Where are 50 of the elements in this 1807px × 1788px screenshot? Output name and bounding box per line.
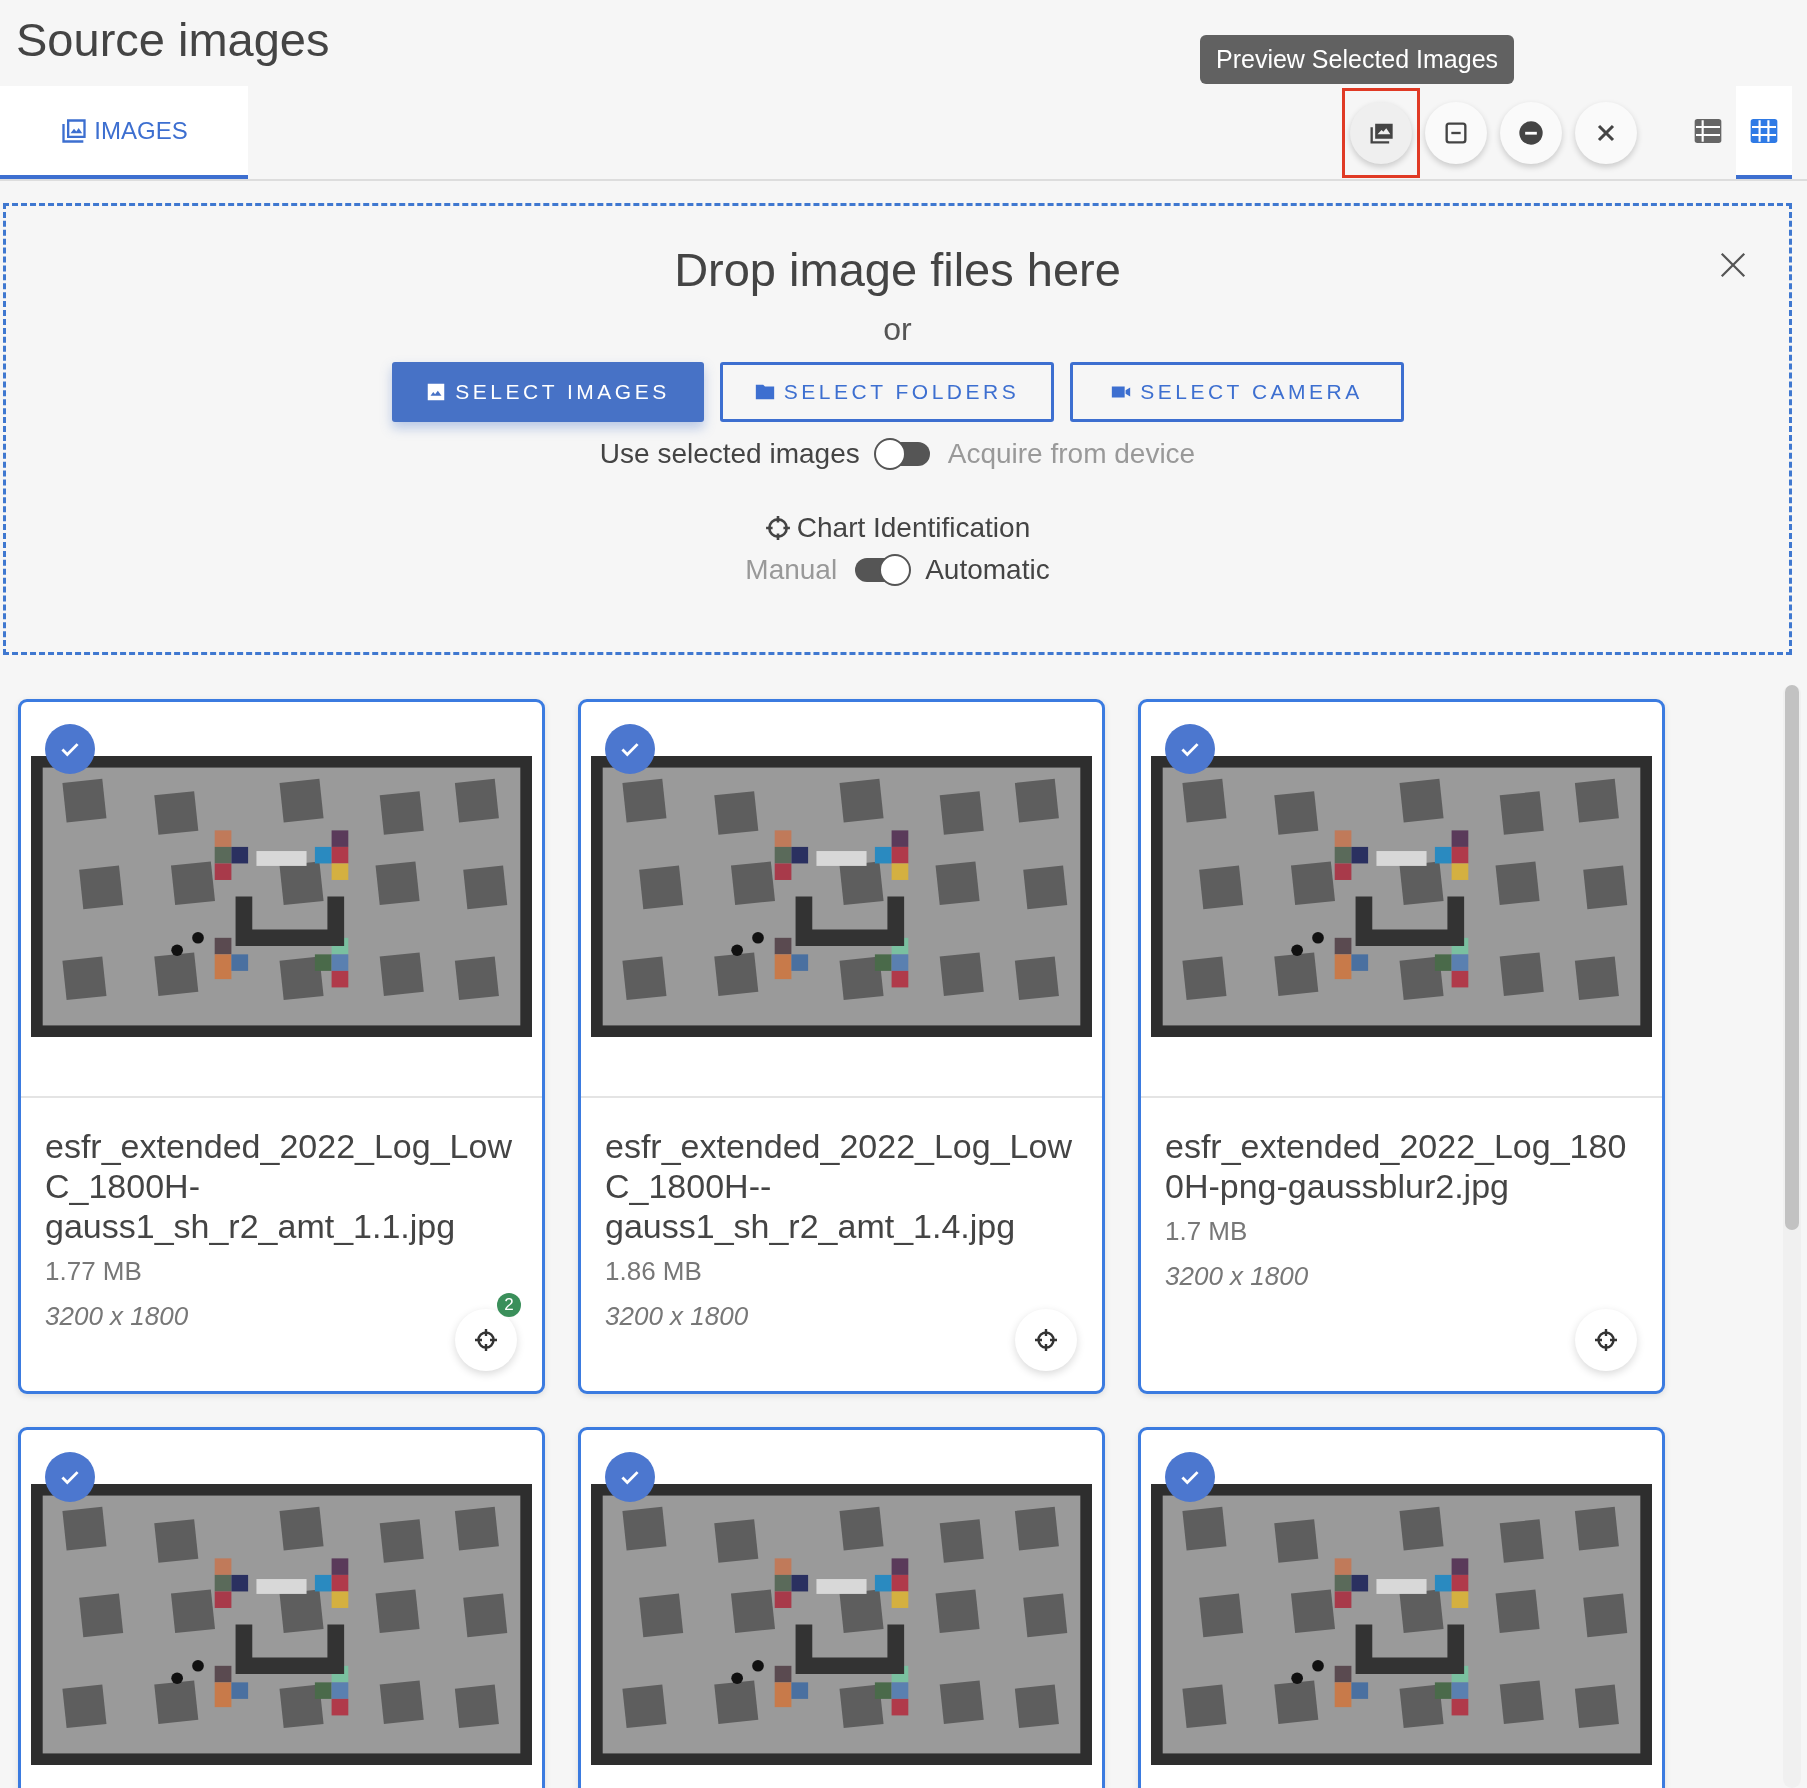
photo-stack-icon (60, 116, 89, 145)
scrollbar-thumb[interactable] (1785, 685, 1799, 1230)
page-title: Source images (15, 12, 330, 68)
images-tab[interactable]: IMAGES (0, 86, 248, 179)
scrollbar[interactable] (1783, 685, 1801, 1788)
switch-label: Manual (745, 554, 838, 586)
file-name: esfr_extended_2022_Log_LowC_1800H--gauss1_sh_r2_amt_1.4.jpg (605, 1126, 1073, 1246)
grid-view-button[interactable] (1736, 86, 1792, 179)
count-badge: 2 (497, 1293, 521, 1317)
file-name: esfr_extended_2022_Log_LowC_1800H-gauss1_sh_r2_amt_1.1.jpg (45, 1126, 513, 1246)
chart-identify-button[interactable] (1575, 1309, 1637, 1371)
check-icon[interactable] (605, 724, 655, 774)
image-card[interactable]: esfr_extended_2022_Log_LowC_1800H--gauss1_sh_r2_amt_1.4.jpg 1.86 MB 3200 x 1800 (578, 699, 1105, 1394)
crosshair-icon (474, 1328, 498, 1352)
image-card[interactable]: esfr_extended_2022_Log_1800H-png-gaussblur2.jpg 1.7 MB 3200 x 1800 (1138, 699, 1665, 1394)
file-name: esfr_extended_2022_Log_1800H-png-gaussblur2.jpg (1165, 1126, 1628, 1206)
check-icon[interactable] (45, 724, 95, 774)
check-icon[interactable] (1165, 724, 1215, 774)
file-size: 1.7 MB (1165, 1216, 1248, 1247)
file-size: 1.86 MB (605, 1256, 702, 1287)
image-card[interactable]: esfr_extended_2022_Log_LowC_1800H-gauss1_sh_r2_amt_1.1.jpg 1.77 MB 3200 x 1800 2 (18, 699, 545, 1394)
chart-identify-button[interactable] (455, 1309, 517, 1371)
select-folders-button[interactable]: SELECT FOLDERS (719, 362, 1054, 422)
file-size: 1.77 MB (45, 1256, 142, 1287)
crosshair-icon (1034, 1328, 1058, 1352)
collapse-button[interactable] (1425, 101, 1487, 164)
select-images-button[interactable]: SELECT IMAGES (391, 362, 704, 422)
check-icon[interactable] (45, 1452, 95, 1502)
check-icon[interactable] (1165, 1452, 1215, 1502)
preview-button[interactable] (1350, 101, 1412, 164)
check-icon[interactable] (605, 1452, 655, 1502)
or-label: or (883, 311, 912, 348)
crosshair-icon (1594, 1328, 1618, 1352)
switch-label: Automatic (925, 554, 1050, 586)
clear-button[interactable] (1575, 101, 1637, 164)
chart-identification-label: Chart Identification (796, 512, 1031, 544)
switch-label: Acquire from device (947, 438, 1196, 470)
image-dimensions: 3200 x 1800 (1165, 1261, 1309, 1292)
remove-button[interactable] (1500, 101, 1562, 164)
select-camera-button[interactable]: SELECT CAMERA (1069, 362, 1404, 422)
drop-zone[interactable]: Drop image files here or SELECT IMAGES SELECT FOLDERS SELECT CAMERA Use selected images Acquire from device Chart Identification Manual Automatic (3, 203, 1792, 655)
switch-label: Use selected images (599, 438, 860, 470)
close-icon (1718, 250, 1748, 280)
minus-circle-icon (1517, 118, 1545, 147)
image-dimensions: 3200 x 1800 (45, 1301, 189, 1332)
chart-identify-button[interactable] (1015, 1309, 1077, 1371)
crosshair-icon (764, 515, 791, 541)
drop-heading: Drop image files here (674, 242, 1121, 297)
image-dimensions: 3200 x 1800 (605, 1301, 749, 1332)
tooltip: Preview Selected Images (1200, 35, 1515, 84)
